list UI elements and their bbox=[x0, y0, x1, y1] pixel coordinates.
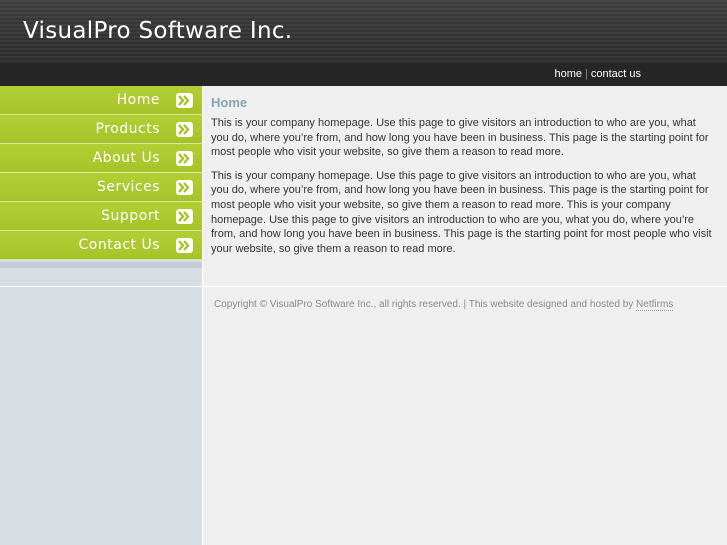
site-title: VisualPro Software Inc. bbox=[23, 18, 293, 44]
nav-item-label: Support bbox=[101, 208, 160, 224]
top-link-separator: | bbox=[585, 68, 588, 80]
intro-paragraph-1: This is your company homepage. Use this … bbox=[211, 117, 709, 159]
top-link-contact-us[interactable]: contact us bbox=[591, 68, 641, 80]
double-chevron-right-icon bbox=[176, 122, 193, 137]
netfirms-link[interactable]: Netfirms bbox=[636, 299, 674, 311]
header: VisualPro Software Inc. home | contact us bbox=[0, 0, 727, 86]
nav-item-label: Contact Us bbox=[78, 237, 160, 253]
page-title: Home bbox=[211, 95, 248, 110]
nav-item-contact-us[interactable]: Contact Us bbox=[0, 231, 202, 260]
double-chevron-right-icon bbox=[176, 209, 193, 224]
main-content: Home This is your company homepage. Use … bbox=[211, 95, 716, 265]
nav-item-label: Products bbox=[95, 121, 160, 137]
double-chevron-right-icon bbox=[176, 238, 193, 253]
sidebar-nav: Home Products About Us Services Support … bbox=[0, 86, 202, 260]
footer: Copyright © VisualPro Software Inc., all… bbox=[214, 299, 674, 311]
top-link-home[interactable]: home bbox=[554, 68, 582, 80]
nav-item-support[interactable]: Support bbox=[0, 202, 202, 231]
double-chevron-right-icon bbox=[176, 151, 193, 166]
sidebar-edge bbox=[202, 86, 203, 545]
nav-item-label: About Us bbox=[92, 150, 160, 166]
nav-item-about-us[interactable]: About Us bbox=[0, 144, 202, 173]
intro-paragraph-2: This is your company homepage. Use this … bbox=[211, 169, 712, 255]
nav-item-products[interactable]: Products bbox=[0, 115, 202, 144]
nav-item-home[interactable]: Home bbox=[0, 86, 202, 115]
copyright-text: Copyright © VisualPro Software Inc., all… bbox=[214, 299, 637, 310]
footer-divider bbox=[0, 286, 727, 287]
nav-item-label: Services bbox=[96, 179, 160, 195]
nav-item-label: Home bbox=[116, 92, 160, 108]
nav-item-services[interactable]: Services bbox=[0, 173, 202, 202]
top-links: home | contact us bbox=[554, 68, 641, 80]
double-chevron-right-icon bbox=[176, 180, 193, 195]
nav-bottom-strip bbox=[0, 262, 202, 268]
double-chevron-right-icon bbox=[176, 93, 193, 108]
